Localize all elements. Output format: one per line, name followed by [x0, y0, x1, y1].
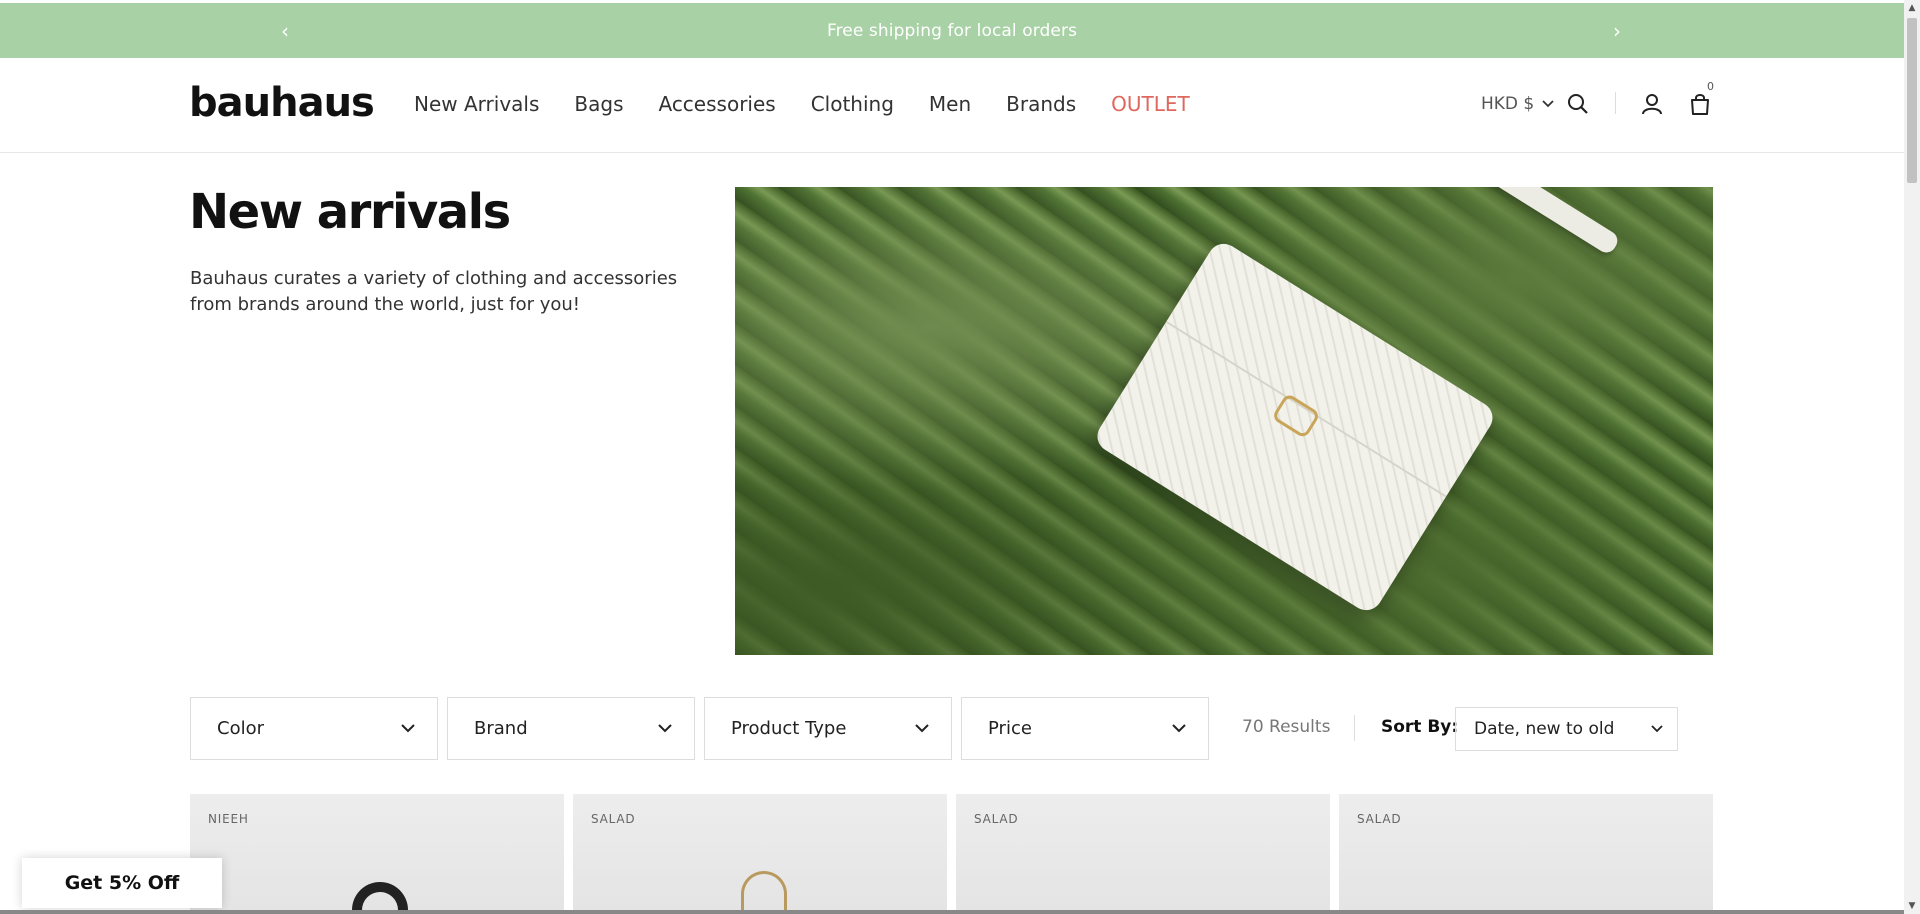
header-divider	[1615, 92, 1616, 114]
bag-flap-shape	[1165, 237, 1499, 498]
announcement-text: Free shipping for local orders	[826, 20, 1078, 41]
page-title: New arrivals	[189, 184, 511, 240]
filter-price-label: Price	[988, 718, 1032, 739]
chevron-down-icon	[401, 724, 415, 733]
chevron-down-icon	[915, 724, 929, 733]
filter-brand[interactable]: Brand	[447, 697, 695, 760]
cart-icon[interactable]	[1687, 91, 1713, 117]
promo-button[interactable]: Get 5% Off	[22, 858, 222, 908]
account-icon[interactable]	[1639, 91, 1665, 117]
nav-clothing[interactable]: Clothing	[811, 92, 894, 116]
page-description: Bauhaus curates a variety of clothing an…	[190, 268, 678, 315]
bag-shape	[1091, 237, 1499, 617]
product-card[interactable]: SALAD	[956, 794, 1330, 914]
nav-bags[interactable]: Bags	[574, 92, 623, 116]
nav-new-arrivals[interactable]: New Arrivals	[414, 92, 539, 116]
filter-brand-label: Brand	[474, 718, 528, 739]
product-image	[741, 871, 787, 914]
site-header: bauhaus New Arrivals Bags Accessories Cl…	[0, 58, 1904, 153]
nav-men[interactable]: Men	[929, 92, 971, 116]
hero-image	[735, 187, 1713, 655]
sort-select[interactable]: Date, new to old	[1455, 707, 1678, 751]
filter-color[interactable]: Color	[190, 697, 438, 760]
sort-by-label: Sort By:	[1381, 717, 1459, 737]
product-brand: SALAD	[591, 812, 636, 826]
product-card[interactable]: SALAD	[573, 794, 947, 914]
nav-accessories[interactable]: Accessories	[658, 92, 775, 116]
filter-product-type-label: Product Type	[731, 718, 847, 739]
product-card[interactable]: SALAD	[1339, 794, 1713, 914]
filter-product-type[interactable]: Product Type	[704, 697, 952, 760]
chevron-down-icon	[1542, 100, 1554, 108]
announcement-bar: ‹ Free shipping for local orders ›	[0, 3, 1904, 58]
filter-divider	[1354, 715, 1355, 741]
cart-count-badge: 0	[1707, 80, 1714, 93]
product-brand: SALAD	[974, 812, 1019, 826]
sort-select-value: Date, new to old	[1474, 719, 1615, 739]
nav-outlet[interactable]: OUTLET	[1111, 92, 1190, 116]
announcement-prev-button[interactable]: ‹	[265, 3, 305, 58]
scrollbar-thumb[interactable]	[1907, 18, 1917, 183]
scroll-up-icon[interactable]: ▲	[1904, 0, 1920, 16]
product-card[interactable]: NIEEH	[190, 794, 564, 914]
search-icon[interactable]	[1565, 91, 1591, 117]
chevron-down-icon	[1651, 725, 1663, 733]
scroll-down-icon[interactable]: ▼	[1904, 898, 1920, 914]
logo[interactable]: bauhaus	[189, 80, 375, 126]
product-brand: NIEEH	[208, 812, 249, 826]
page-scrollbar[interactable]: ▲ ▼	[1904, 0, 1920, 914]
chevron-down-icon	[1172, 724, 1186, 733]
announcement-next-button[interactable]: ›	[1597, 3, 1637, 58]
filter-color-label: Color	[217, 718, 264, 739]
main-nav: New Arrivals Bags Accessories Clothing M…	[414, 92, 1225, 116]
results-count: 70 Results	[1242, 717, 1331, 737]
bottom-edge-bar	[0, 910, 1904, 914]
product-brand: SALAD	[1357, 812, 1402, 826]
filter-price[interactable]: Price	[961, 697, 1209, 760]
chevron-down-icon	[658, 724, 672, 733]
currency-selector[interactable]: HKD $	[1481, 94, 1554, 114]
bag-strap-shape	[1388, 187, 1622, 257]
nav-brands[interactable]: Brands	[1006, 92, 1076, 116]
currency-label: HKD $	[1481, 94, 1535, 114]
